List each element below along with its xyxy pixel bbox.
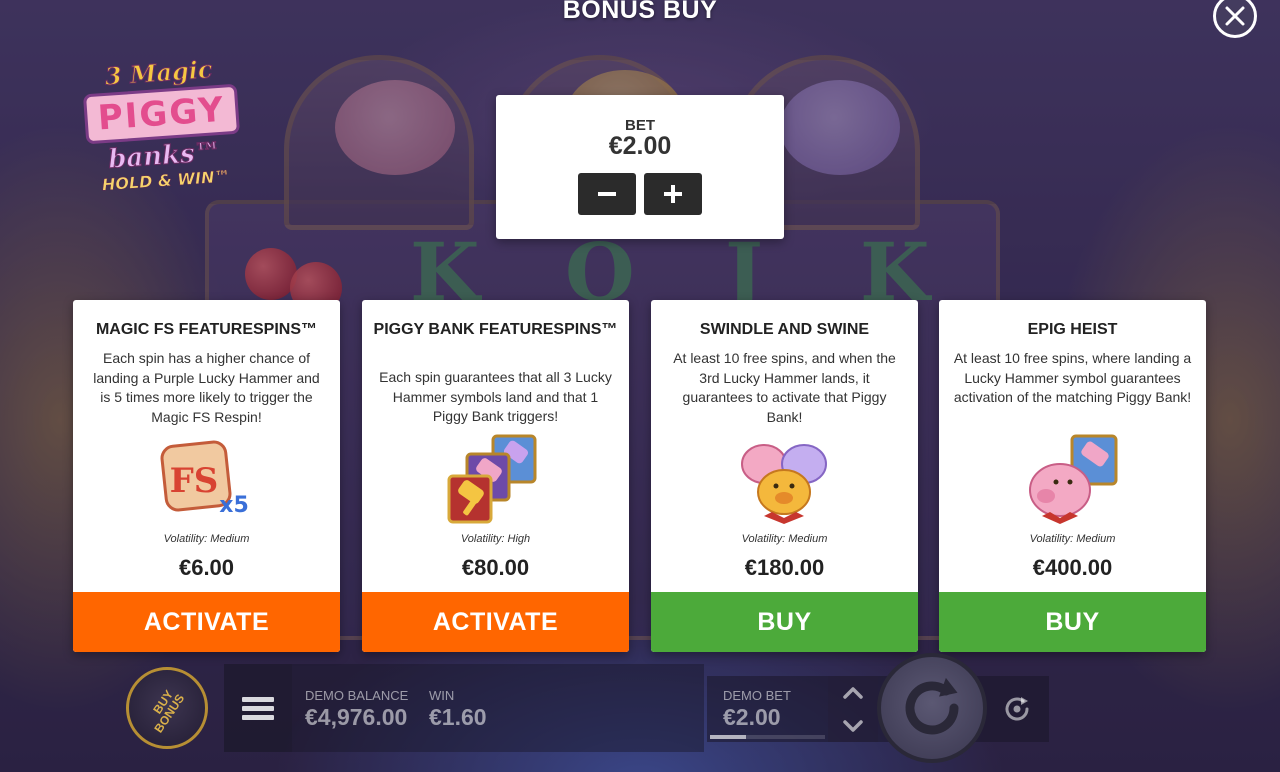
three-piggy-banks-icon [734,434,834,526]
bet-panel: BET €2.00 [496,95,784,239]
bonus-card-swindle-and-swine: SWINDLE AND SWINE At least 10 free spins… [651,300,918,652]
minus-icon [598,192,616,196]
fs-icon-text: FS [170,461,219,501]
pig-and-hammer-icon [1022,434,1122,526]
chevron-up-icon[interactable] [842,686,864,700]
card-volatility: Volatility: Medium [163,533,250,545]
card-title: PIGGY BANK FEATURESPINS™ [373,321,618,338]
card-price: €400.00 [1032,555,1113,580]
buy-bonus-button[interactable]: BUY BONUS [126,667,208,749]
card-description: Each spin guarantees that all 3 Lucky Ha… [379,369,612,424]
chevron-down-icon[interactable] [842,719,864,733]
game-logo: 3 Magic PIGGY banks™ HOLD & WIN™ [67,52,259,219]
win-label: WIN [429,688,455,703]
bet-value: €2.00 [608,132,672,160]
bonus-card-magic-fs: MAGIC FS FEATURESPINS™ Each spin has a h… [73,300,340,652]
card-price: €180.00 [744,555,825,580]
autoplay-icon [1005,697,1029,721]
x5-icon-text: x5 [219,493,249,518]
buy-button[interactable]: BUY [939,592,1206,652]
activate-button[interactable]: ACTIVATE [73,592,340,652]
decrease-bet-button[interactable] [578,173,636,215]
lucky-hammers-icon [445,434,545,526]
menu-button[interactable] [224,664,292,752]
bet-level-fill [710,735,746,739]
bonus-card-piggy-bank: PIGGY BANK FEATURESPINS™ Each spin guara… [362,300,629,652]
card-price: €6.00 [178,555,235,580]
card-description: At least 10 free spins, and when the 3rd… [673,350,896,425]
activate-button[interactable]: ACTIVATE [362,592,629,652]
plus-icon [664,185,682,203]
buy-bonus-label: BUY BONUS [150,687,188,736]
demo-bet-value: €2.00 [723,704,781,730]
card-title: MAGIC FS FEATURESPINS™ [95,321,318,338]
balance-label: DEMO BALANCE [305,688,409,703]
card-title: EPIG HEIST [1027,321,1118,338]
card-volatility: Volatility: Medium [741,533,828,545]
balance-value: €4,976.00 [305,704,408,730]
card-title: SWINDLE AND SWINE [699,321,870,338]
card-volatility: Volatility: Medium [1029,533,1116,545]
card-description: At least 10 free spins, where landing a … [953,350,1192,405]
close-icon [1225,6,1245,26]
buy-button[interactable]: BUY [651,592,918,652]
card-price: €80.00 [461,555,530,580]
bonus-card-epig-heist: EPIG HEIST At least 10 free spins, where… [939,300,1206,652]
card-volatility: Volatility: High [460,533,531,545]
bet-stepper [828,676,878,742]
bonus-buy-title: BONUS BUY [562,0,718,24]
card-description: Each spin has a higher chance of landing… [93,350,320,425]
hamburger-menu-icon [242,693,274,724]
spin-button[interactable] [877,653,987,763]
fs-x5-icon: FS x5 [156,434,256,526]
autoplay-button[interactable] [992,686,1042,732]
spin-icon [905,677,959,735]
win-value: €1.60 [429,704,487,730]
bet-level-bar [710,735,825,739]
logo-line-2: PIGGY [83,83,240,145]
increase-bet-button[interactable] [644,173,702,215]
demo-bet-label: DEMO BET [723,688,791,703]
